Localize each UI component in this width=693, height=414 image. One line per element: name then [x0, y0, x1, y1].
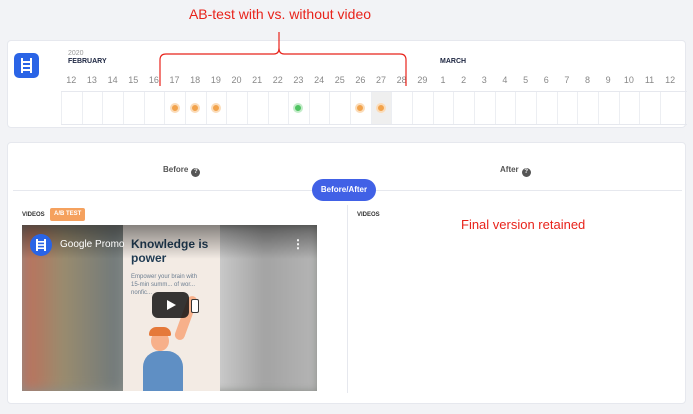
- day-label: 10: [623, 75, 634, 85]
- day-label: 11: [644, 75, 655, 85]
- day-label: 2: [461, 75, 467, 85]
- day-cell[interactable]: [329, 92, 350, 124]
- play-button-icon[interactable]: [152, 292, 189, 318]
- day-cell[interactable]: [494, 92, 516, 124]
- before-label: Before: [163, 165, 189, 174]
- channel-logo-icon[interactable]: [30, 234, 52, 256]
- annotation-final-version: Final version retained: [461, 217, 586, 232]
- ab-test-badge: A/B TEST: [50, 208, 86, 221]
- day-cell[interactable]: [535, 92, 557, 124]
- day-label: 6: [543, 75, 549, 85]
- day-cell[interactable]: [246, 92, 268, 124]
- day-label: 12: [66, 75, 77, 85]
- day-cell[interactable]: [515, 92, 536, 124]
- phone-icon: [191, 299, 199, 313]
- day-cell[interactable]: [577, 92, 598, 124]
- day-cell[interactable]: [412, 92, 433, 124]
- day-cell[interactable]: [61, 92, 82, 124]
- day-label: 1: [440, 75, 446, 85]
- day-cell[interactable]: [391, 92, 412, 124]
- event-marker-orange[interactable]: [169, 103, 180, 113]
- event-marker-orange[interactable]: [210, 103, 221, 113]
- day-cell[interactable]: [122, 92, 144, 124]
- help-icon[interactable]: ?: [191, 168, 201, 177]
- day-label: 12: [665, 75, 676, 85]
- day-cell[interactable]: [81, 92, 103, 124]
- day-label: 3: [481, 75, 487, 85]
- day-label: 9: [605, 75, 611, 85]
- help-icon[interactable]: ?: [521, 168, 531, 177]
- video-player[interactable]: Knowledge is power Empower your brain wi…: [22, 225, 317, 391]
- figure-body: [143, 351, 183, 391]
- app-logo-icon[interactable]: [14, 53, 39, 78]
- day-cell[interactable]: [474, 92, 495, 124]
- before-header: Before?: [163, 165, 201, 177]
- month-february: FEBRUARY: [68, 58, 107, 65]
- month-march: MARCH: [440, 58, 467, 65]
- event-marker-orange[interactable]: [376, 103, 387, 113]
- timeline-year: 2020: [68, 50, 84, 57]
- after-header: After?: [500, 165, 531, 177]
- day-cell[interactable]: [226, 92, 247, 124]
- day-cell[interactable]: [308, 92, 330, 124]
- day-cell[interactable]: [639, 92, 660, 124]
- videos-label-before: VIDEOS: [22, 212, 45, 218]
- day-label: 8: [585, 75, 591, 85]
- video-menu-icon[interactable]: ⋮: [292, 237, 304, 251]
- day-label: 29: [417, 75, 428, 85]
- day-cell[interactable]: [453, 92, 474, 124]
- annotation-ab-test: AB-test with vs. without video: [188, 6, 372, 22]
- day-cell[interactable]: [659, 92, 681, 124]
- timeline-grid: [61, 91, 687, 125]
- column-divider: [347, 205, 348, 393]
- after-label: After: [500, 165, 519, 174]
- day-label: 14: [107, 75, 118, 85]
- before-after-toggle[interactable]: Before/After: [312, 179, 376, 201]
- day-cell[interactable]: [143, 92, 165, 124]
- video-title[interactable]: Google Promo: [60, 239, 124, 250]
- day-label: 5: [523, 75, 529, 85]
- comparison-card: Before? After? Before/After VIDEOS A/B T…: [7, 142, 686, 404]
- day-cell[interactable]: [556, 92, 578, 124]
- day-label: 4: [502, 75, 508, 85]
- day-cell[interactable]: [432, 92, 454, 124]
- day-cell[interactable]: [597, 92, 619, 124]
- day-cell[interactable]: [618, 92, 640, 124]
- day-label: 13: [86, 75, 97, 85]
- day-cell[interactable]: [267, 92, 289, 124]
- day-label: 7: [564, 75, 570, 85]
- day-label: 15: [128, 75, 139, 85]
- figure-hair: [149, 327, 171, 336]
- day-cell[interactable]: [102, 92, 123, 124]
- ab-test-bracket: [159, 32, 407, 86]
- videos-label-after: VIDEOS: [357, 212, 380, 218]
